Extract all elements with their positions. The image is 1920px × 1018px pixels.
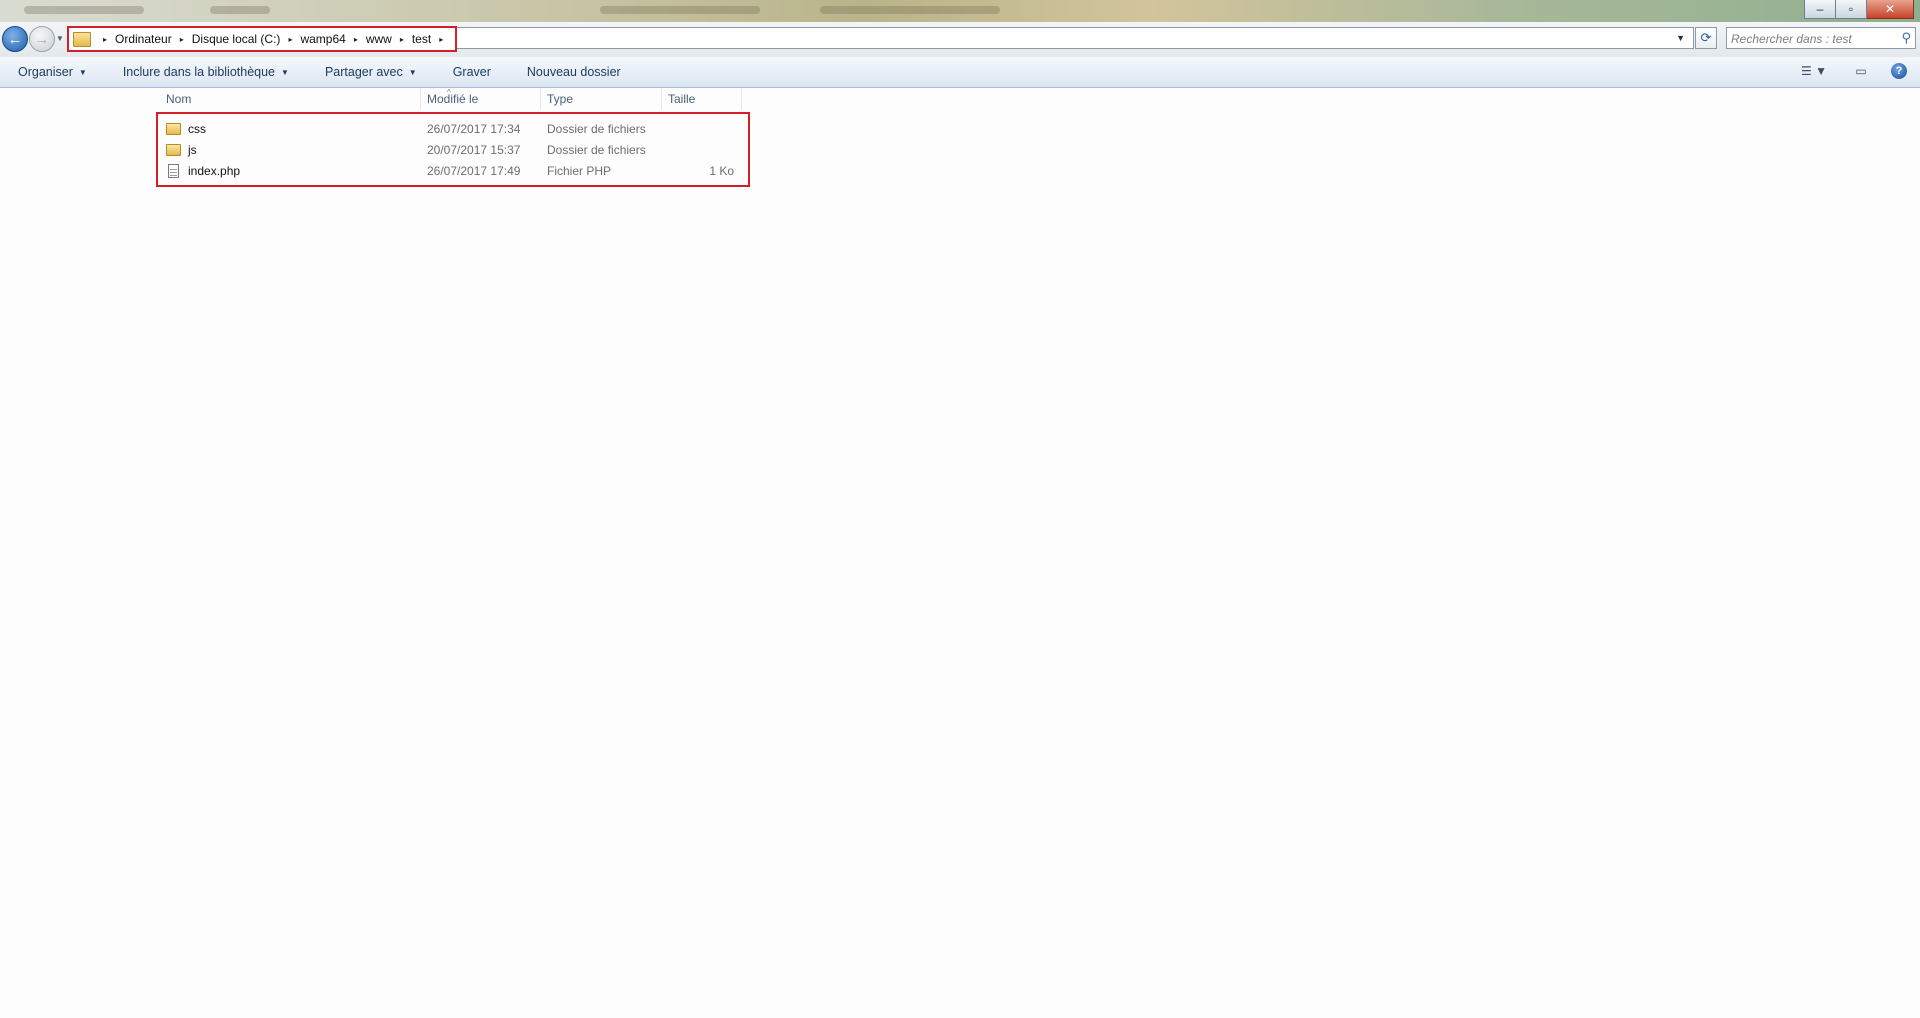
column-header-type[interactable]: Type bbox=[541, 88, 662, 110]
window-controls: – ▫ ✕ bbox=[1804, 0, 1914, 19]
back-button[interactable]: ← bbox=[2, 26, 28, 52]
share-with-label: Partager avec bbox=[324, 65, 403, 79]
breadcrumb-item-wamp64[interactable]: wamp64 bbox=[298, 32, 347, 46]
new-folder-button[interactable]: Nouveau dossier bbox=[509, 60, 639, 84]
chevron-right-icon[interactable]: ▸ bbox=[439, 35, 443, 44]
chevron-down-icon: ▼ bbox=[408, 67, 417, 77]
sort-ascending-icon: ^ bbox=[447, 88, 451, 97]
file-type: Fichier PHP bbox=[547, 163, 612, 178]
breadcrumb-item-test[interactable]: test bbox=[410, 32, 433, 46]
file-name: js bbox=[188, 142, 197, 157]
column-header-modified[interactable]: Modifié le bbox=[421, 88, 541, 110]
chevron-right-icon[interactable]: ▸ bbox=[400, 35, 404, 44]
chevron-down-icon: ▼ bbox=[281, 67, 289, 77]
breadcrumb-item-www[interactable]: www bbox=[364, 32, 394, 46]
include-in-library-label: Inclure dans la bibliothèque bbox=[122, 65, 276, 79]
column-header-name[interactable]: Nom bbox=[160, 88, 421, 110]
help-icon: ? bbox=[1891, 63, 1907, 79]
chevron-down-icon: ▼ bbox=[78, 67, 87, 77]
table-row[interactable]: css 26/07/2017 17:34 Dossier de fichiers bbox=[160, 118, 742, 139]
refresh-button[interactable]: ⟳ bbox=[1695, 27, 1717, 49]
new-folder-label: Nouveau dossier bbox=[526, 65, 621, 79]
folder-icon bbox=[166, 143, 181, 156]
minimize-button[interactable]: – bbox=[1804, 0, 1836, 19]
folder-icon bbox=[166, 122, 181, 135]
preview-pane-icon: ▭ bbox=[1855, 64, 1867, 78]
breadcrumb-item-disque-local[interactable]: Disque local (C:) bbox=[190, 32, 283, 46]
blurred-background bbox=[600, 6, 760, 14]
breadcrumb-item-ordinateur[interactable]: Ordinateur bbox=[113, 32, 174, 46]
folder-icon bbox=[73, 31, 91, 47]
blurred-background bbox=[820, 6, 1000, 14]
command-toolbar: Organiser ▼ Inclure dans la bibliothèque… bbox=[0, 57, 1920, 88]
address-history-dropdown[interactable]: ▼ bbox=[1676, 33, 1685, 43]
help-button[interactable]: ? bbox=[1888, 60, 1910, 82]
search-box[interactable]: ⚲ bbox=[1726, 27, 1916, 49]
recent-pages-dropdown[interactable]: ▼ bbox=[56, 34, 64, 43]
table-row[interactable]: js 20/07/2017 15:37 Dossier de fichiers bbox=[160, 139, 742, 160]
file-size: 1 Ko bbox=[709, 163, 734, 178]
view-options-icon: ☰ ▼ bbox=[1801, 64, 1827, 78]
search-input[interactable] bbox=[1729, 29, 1893, 49]
table-row[interactable]: index.php 26/07/2017 17:49 Fichier PHP 1… bbox=[160, 160, 742, 181]
chevron-right-icon[interactable]: ▸ bbox=[288, 35, 292, 44]
file-modified: 26/07/2017 17:49 bbox=[427, 163, 521, 178]
php-file-icon bbox=[168, 163, 179, 178]
share-with-menu[interactable]: Partager avec ▼ bbox=[307, 60, 435, 84]
column-headers: ^ Nom Modifié le Type Taille bbox=[160, 88, 742, 110]
close-button[interactable]: ✕ bbox=[1867, 0, 1914, 19]
blurred-background bbox=[210, 6, 270, 14]
file-list: css 26/07/2017 17:34 Dossier de fichiers… bbox=[160, 118, 742, 181]
back-arrow-icon: ← bbox=[7, 30, 23, 48]
organize-label: Organiser bbox=[18, 65, 73, 79]
organize-menu[interactable]: Organiser ▼ bbox=[0, 60, 105, 84]
file-name: index.php bbox=[188, 163, 241, 178]
file-name-cell: css bbox=[160, 122, 421, 136]
blurred-background bbox=[24, 6, 144, 14]
column-header-size[interactable]: Taille bbox=[662, 88, 742, 110]
address-bar[interactable]: ▸ Ordinateur ▸ Disque local (C:) ▸ wamp6… bbox=[67, 26, 1694, 52]
file-name: css bbox=[188, 121, 206, 136]
address-row: ← → ▼ ▸ Ordinateur ▸ Disque local (C:) ▸… bbox=[0, 22, 1920, 57]
maximize-button[interactable]: ▫ bbox=[1836, 0, 1867, 19]
title-bar: – ▫ ✕ bbox=[0, 0, 1920, 22]
search-icon[interactable]: ⚲ bbox=[1901, 30, 1911, 46]
toolbar-right-group: ☰ ▼ ▭ ? bbox=[1794, 60, 1910, 82]
file-type: Dossier de fichiers bbox=[547, 121, 646, 136]
change-view-button[interactable]: ☰ ▼ bbox=[1794, 60, 1834, 82]
refresh-icon: ⟳ bbox=[1700, 30, 1712, 45]
chevron-right-icon[interactable]: ▸ bbox=[354, 35, 358, 44]
preview-pane-button[interactable]: ▭ bbox=[1850, 60, 1872, 82]
include-in-library-menu[interactable]: Inclure dans la bibliothèque ▼ bbox=[105, 60, 307, 84]
burn-button[interactable]: Graver bbox=[435, 60, 509, 84]
file-name-cell: index.php bbox=[160, 163, 421, 178]
chevron-right-icon[interactable]: ▸ bbox=[180, 35, 184, 44]
chevron-right-icon[interactable]: ▸ bbox=[103, 35, 107, 44]
forward-button[interactable]: → bbox=[29, 26, 55, 52]
file-modified: 26/07/2017 17:34 bbox=[427, 121, 521, 136]
file-type: Dossier de fichiers bbox=[547, 142, 646, 157]
file-modified: 20/07/2017 15:37 bbox=[427, 142, 521, 157]
burn-label: Graver bbox=[452, 65, 491, 79]
breadcrumb: ▸ Ordinateur ▸ Disque local (C:) ▸ wamp6… bbox=[67, 26, 458, 52]
forward-arrow-icon: → bbox=[34, 30, 50, 48]
file-name-cell: js bbox=[160, 143, 421, 157]
